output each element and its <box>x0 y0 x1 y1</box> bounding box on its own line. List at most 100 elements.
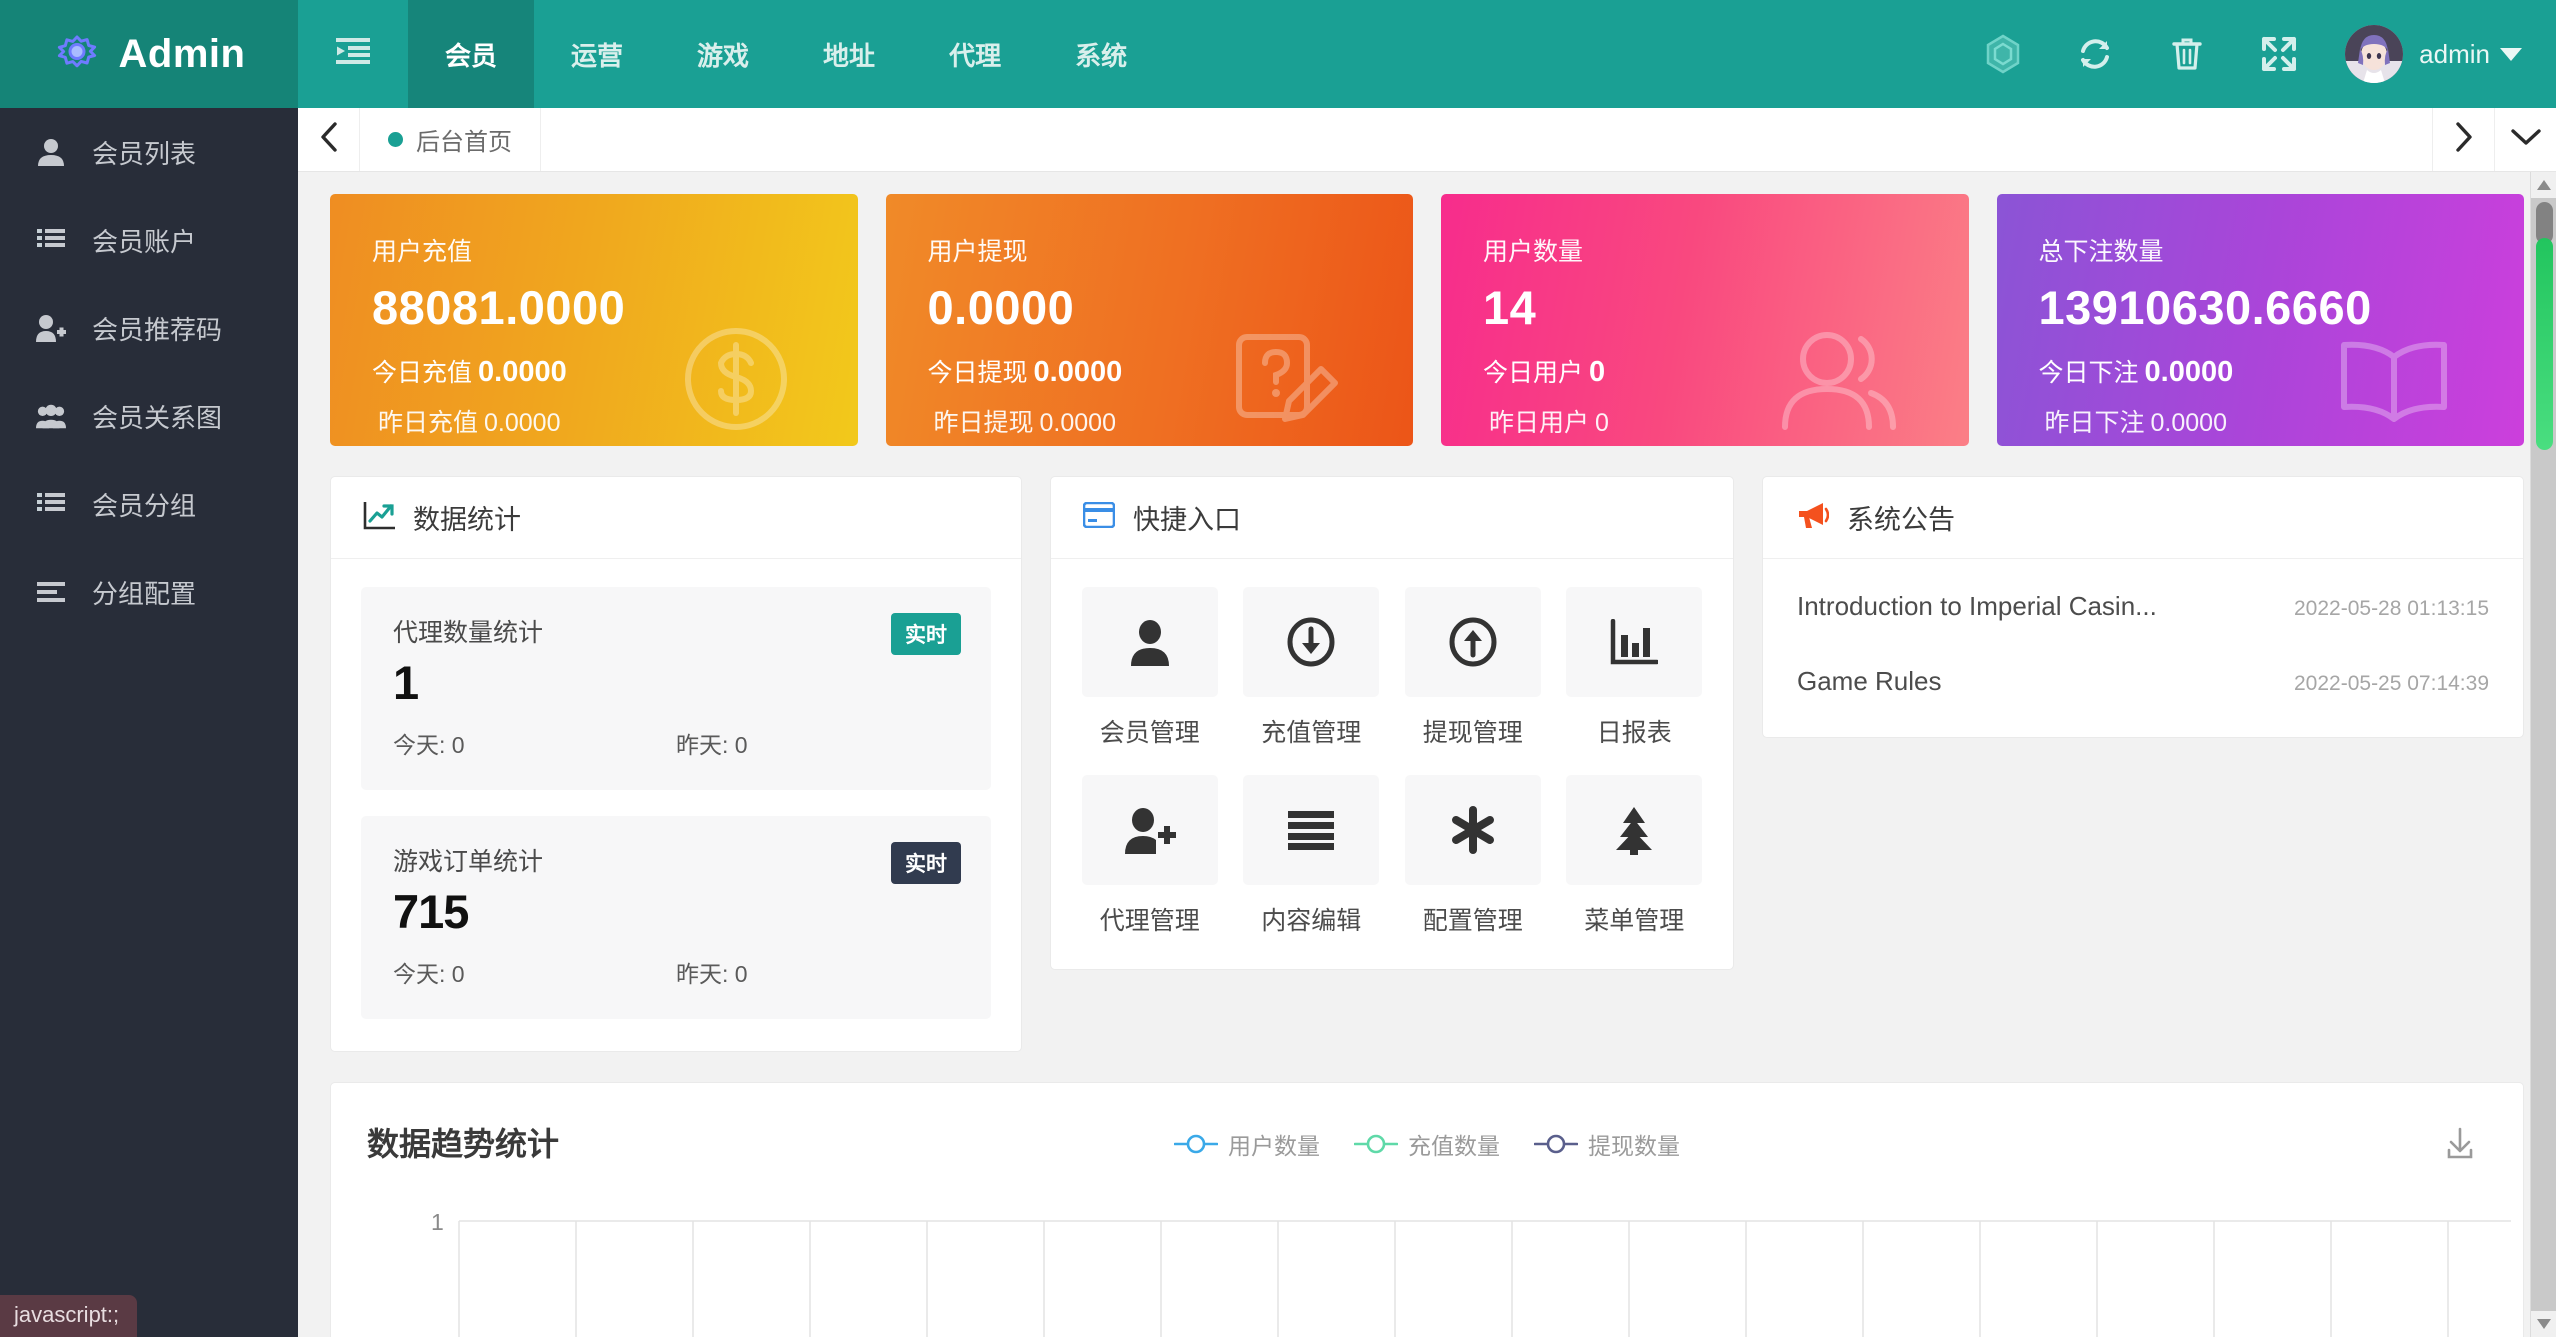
trash-icon[interactable] <box>2141 0 2233 108</box>
gear-icon <box>53 28 101 81</box>
quick-entry-panel: 快捷入口 会员管理 充值管理 提现管理 日报表 代理管理 内容编辑 配置管理 菜… <box>1050 476 1734 970</box>
quick-entry-label: 会员管理 <box>1099 719 1200 747</box>
avatar[interactable] <box>2345 25 2404 83</box>
sidebar-item-label: 会员分组 <box>92 490 197 521</box>
status-badge: 实时 <box>891 842 961 884</box>
legend-label: 充值数量 <box>1408 1133 1500 1159</box>
tab-home[interactable]: 后台首页 <box>360 108 541 171</box>
sidebar-item-member-group[interactable]: 会员分组 <box>0 460 298 548</box>
tab-scroll-next-button[interactable] <box>2432 108 2494 171</box>
stat-today: 今日用户 0 <box>1483 353 1969 389</box>
main-content: 用户充值 88081.0000 今日充值 0.0000 昨日充值 0.0000 用户… <box>298 172 2556 1337</box>
stat-card-users[interactable]: 用户数量 14 今日用户 0 昨日用户 0 <box>1441 194 1969 446</box>
quick-entry-label: 代理管理 <box>1099 907 1200 935</box>
nav-tab-members[interactable]: 会员 <box>408 0 535 108</box>
nav-tab-system[interactable]: 系统 <box>1038 0 1164 108</box>
legend-item-withdraw[interactable]: 提现数量 <box>1534 1127 1680 1161</box>
panel-row: 数据统计 代理数量统计 1 今天: 0 昨天: 0 实时 游戏订单统计 715 <box>330 476 2524 1052</box>
page-scrollbar[interactable] <box>2530 172 2556 1337</box>
quick-entry-recharge-management[interactable]: 充值管理 <box>1243 587 1381 749</box>
arrow-up-circle-icon <box>1404 587 1541 697</box>
nav-tab-address[interactable]: 地址 <box>786 0 912 108</box>
user-icon <box>36 138 66 166</box>
stat-card-withdraw[interactable]: 用户提现 0.0000 今日提现 0.0000 昨日提现 0.0000 <box>885 194 1414 446</box>
chart-grid <box>458 1220 2511 1337</box>
stat-yesterday-label: 昨日下注 <box>2044 409 2145 437</box>
quick-entry-agent-management[interactable]: 代理管理 <box>1081 775 1219 937</box>
notice-list-item[interactable]: Introduction to Imperial Casin... 2022-0… <box>1775 577 2501 636</box>
quick-entry-label: 内容编辑 <box>1261 907 1362 935</box>
quick-entry-daily-report[interactable]: 日报表 <box>1566 587 1704 749</box>
quick-entry-label: 日报表 <box>1596 719 1672 747</box>
chart-legend: 用户数量 充值数量 提现数量 <box>1174 1127 1680 1161</box>
stat-title: 用户提现 <box>927 238 1028 266</box>
mini-card-title: 游戏订单统计 <box>393 848 544 876</box>
stat-card-recharge[interactable]: 用户充值 88081.0000 今日充值 0.0000 昨日充值 0.0000 <box>330 194 858 446</box>
bar-chart-icon <box>1566 587 1703 697</box>
tab-bar-spacer <box>541 108 2432 171</box>
panel-body: 代理数量统计 1 今天: 0 昨天: 0 实时 游戏订单统计 715 今天: 0… <box>331 559 1021 1051</box>
nav-tab-agents[interactable]: 代理 <box>912 0 1038 108</box>
scrollbar-thumb[interactable] <box>2536 238 2553 450</box>
sidebar-item-member-account[interactable]: 会员账户 <box>0 196 298 284</box>
mini-card-title: 代理数量统计 <box>393 619 544 647</box>
header-spacer <box>1164 0 1957 108</box>
theme-hexagon-icon[interactable] <box>1957 0 2049 108</box>
quick-entry-member-management[interactable]: 会员管理 <box>1081 587 1219 749</box>
panel-body: 会员管理 充值管理 提现管理 日报表 代理管理 内容编辑 配置管理 菜单管理 <box>1051 559 1733 969</box>
logo[interactable]: Admin <box>0 0 298 108</box>
chevron-down-icon <box>2510 126 2542 153</box>
sidebar-item-member-list[interactable]: 会员列表 <box>0 108 298 196</box>
card-blue-icon <box>1082 501 1116 533</box>
mini-card-today: 今天: 0 <box>393 961 465 987</box>
refresh-icon[interactable] <box>2049 0 2141 108</box>
fullscreen-icon[interactable] <box>2233 0 2325 108</box>
chart-plot-area: 1 0.8 <box>331 1209 2523 1337</box>
sidebar-item-relationship-graph[interactable]: 会员关系图 <box>0 372 298 460</box>
nav-tab-games[interactable]: 游戏 <box>660 0 786 108</box>
legend-item-users[interactable]: 用户数量 <box>1174 1127 1320 1161</box>
scrollbar-down-button[interactable] <box>2531 1311 2556 1337</box>
sidebar-collapse-button[interactable] <box>298 0 408 108</box>
user-menu[interactable]: admin <box>2325 0 2556 108</box>
stat-value: 13910630.6660 <box>2038 281 2372 334</box>
notice-list-item[interactable]: Game Rules 2022-05-25 07:14:39 <box>1775 652 2501 711</box>
legend-item-recharge[interactable]: 充值数量 <box>1354 1127 1500 1161</box>
scrollbar-up-button[interactable] <box>2531 172 2556 198</box>
stat-today: 今日提现 0.0000 <box>928 353 1414 389</box>
stat-today-value: 0.0000 <box>478 356 567 388</box>
megaphone-icon <box>1795 500 1830 535</box>
top-header: Admin 会员 运营 游戏 地址 代理 系统 admin <box>0 0 2556 108</box>
quick-entry-withdraw-management[interactable]: 提现管理 <box>1404 587 1542 749</box>
mini-card-yesterday: 昨天: 0 <box>676 732 748 758</box>
stat-yesterday: 昨日提现 0.0000 <box>928 403 1414 439</box>
nav-tab-operations[interactable]: 运营 <box>534 0 660 108</box>
quick-entry-label: 充值管理 <box>1261 719 1362 747</box>
mini-card-footer: 今天: 0 昨天: 0 <box>393 955 959 989</box>
mini-card-game-orders[interactable]: 游戏订单统计 715 今天: 0 昨天: 0 实时 <box>361 816 991 1019</box>
download-icon[interactable] <box>2443 1127 2477 1166</box>
stat-yesterday: 昨日用户 0 <box>1483 403 1969 439</box>
quick-entry-content-editor[interactable]: 内容编辑 <box>1243 775 1381 937</box>
stat-card-total-bets[interactable]: 总下注数量 13910630.6660 今日下注 0.0000 昨日下注 0.000… <box>1996 194 2525 446</box>
tab-menu-button[interactable] <box>2494 108 2556 171</box>
users-group-icon <box>36 403 66 429</box>
list-icon <box>36 228 66 252</box>
quick-entry-grid: 会员管理 充值管理 提现管理 日报表 代理管理 内容编辑 配置管理 菜单管理 <box>1081 587 1703 937</box>
stat-today: 今日充值 0.0000 <box>372 353 858 389</box>
stat-yesterday: 昨日下注 0.0000 <box>2039 403 2525 439</box>
sidebar-item-group-config[interactable]: 分组配置 <box>0 548 298 636</box>
mini-card-agent-count[interactable]: 代理数量统计 1 今天: 0 昨天: 0 实时 <box>361 587 991 790</box>
stat-yesterday-label: 昨日用户 <box>1489 409 1590 437</box>
tab-scroll-prev-button[interactable] <box>298 108 360 171</box>
quick-entry-menu-management[interactable]: 菜单管理 <box>1566 775 1704 937</box>
mini-card-footer: 今天: 0 昨天: 0 <box>393 726 959 760</box>
mini-card-today: 今天: 0 <box>393 732 465 758</box>
quick-entry-config-management[interactable]: 配置管理 <box>1404 775 1542 937</box>
trend-chart-panel: 数据趋势统计 用户数量 充值数量 提现数量 1 <box>330 1082 2524 1337</box>
chevron-down-icon[interactable] <box>2500 47 2522 61</box>
stat-yesterday-value: 0 <box>1595 409 1609 437</box>
legend-marker-icon <box>1534 1134 1578 1154</box>
status-badge: 实时 <box>891 613 961 655</box>
sidebar-item-referral-code[interactable]: 会员推荐码 <box>0 284 298 372</box>
